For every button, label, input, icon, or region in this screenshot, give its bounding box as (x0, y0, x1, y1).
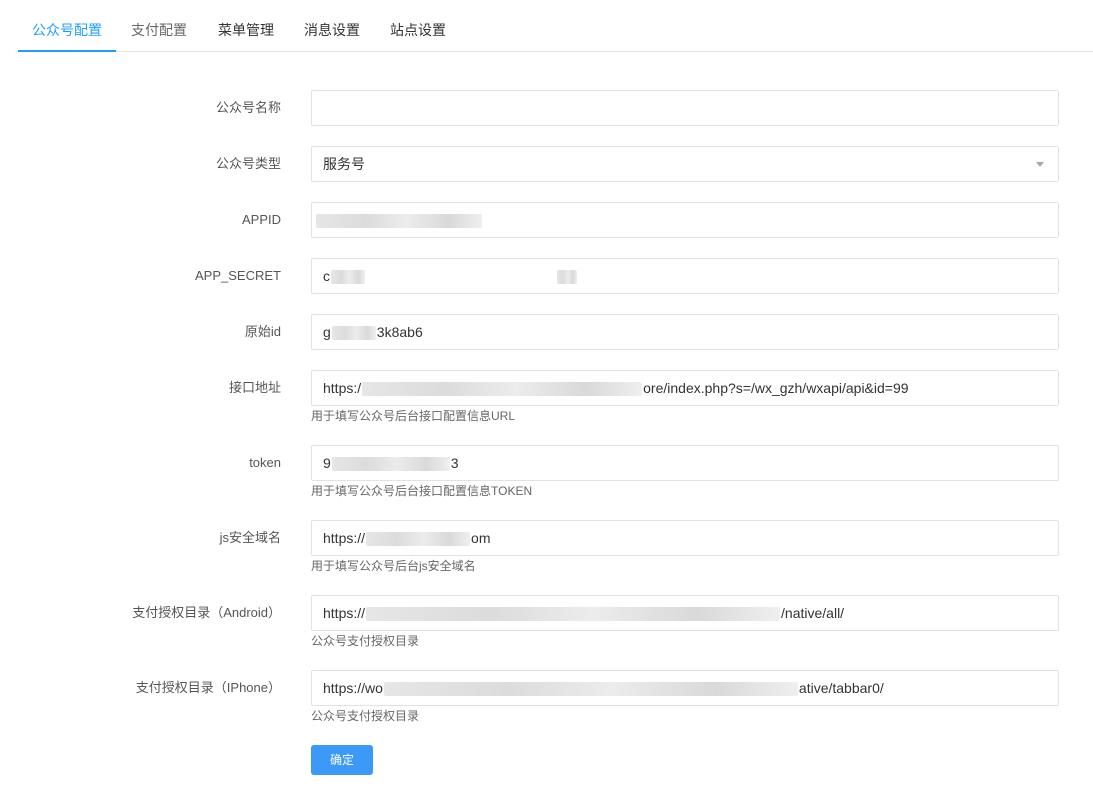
pay-android-input[interactable]: https:// /native/all/ (311, 595, 1059, 631)
api-url-input[interactable]: https:/ ore/index.php?s=/wx_gzh/wxapi/api… (311, 370, 1059, 406)
tab-message-settings[interactable]: 消息设置 (299, 0, 365, 52)
redacted-value (366, 607, 781, 622)
name-input[interactable] (311, 90, 1059, 126)
api-value-prefix: https:/ (323, 380, 362, 396)
js-domain-input[interactable]: https:// om (311, 520, 1059, 556)
redacted-value (331, 457, 450, 472)
token-value-prefix: 9 (323, 455, 331, 471)
redacted-value (362, 382, 643, 397)
type-label: 公众号类型 (215, 156, 281, 171)
js-domain-label: js安全域名 (219, 530, 281, 545)
redacted-value (316, 214, 482, 229)
redacted-value (331, 270, 365, 285)
token-value-suffix: 3 (450, 455, 459, 471)
chevron-down-icon (1036, 162, 1044, 167)
type-select[interactable]: 服务号 (311, 146, 1059, 182)
pay-iphone-value-suffix: ative/tabbar0/ (798, 680, 884, 696)
tab-menu-management[interactable]: 菜单管理 (213, 0, 279, 52)
pay-android-value-suffix: /native/all/ (781, 605, 845, 621)
appid-input[interactable] (311, 202, 1059, 238)
token-label: token (249, 455, 281, 470)
pay-iphone-help: 公众号支付授权目录 (311, 709, 420, 723)
redacted-value (383, 682, 798, 697)
js-domain-value-prefix: https:// (323, 530, 366, 546)
api-value-suffix: ore/index.php?s=/wx_gzh/wxapi/api&id=99 (643, 380, 909, 396)
pay-android-value-prefix: https:// (323, 605, 366, 621)
pay-iphone-input[interactable]: https://wo ative/tabbar0/ (311, 670, 1059, 706)
tab-payment-config[interactable]: 支付配置 (126, 0, 192, 52)
redacted-value (557, 270, 577, 285)
origin-id-input[interactable]: g 3k8ab6 (311, 314, 1059, 350)
origin-id-label: 原始id (244, 324, 281, 339)
origin-value-suffix: 8ab6 (391, 324, 423, 340)
tab-site-settings[interactable]: 站点设置 (385, 0, 451, 52)
tab-bar: 公众号配置 支付配置 菜单管理 消息设置 站点设置 (18, 0, 1093, 52)
pay-android-help: 公众号支付授权目录 (311, 634, 420, 648)
pay-iphone-label: 支付授权目录（IPhone） (135, 680, 281, 695)
secret-label: APP_SECRET (195, 268, 281, 283)
api-url-help: 用于填写公众号后台接口配置信息URL (311, 409, 516, 423)
secret-input[interactable]: c (311, 258, 1059, 294)
tab-wechat-config[interactable]: 公众号配置 (18, 0, 116, 52)
redacted-value (331, 326, 376, 341)
secret-value-prefix: c (323, 268, 330, 284)
name-label: 公众号名称 (215, 100, 281, 115)
js-domain-value-suffix: om (471, 530, 491, 546)
api-url-label: 接口地址 (228, 380, 281, 395)
confirm-button[interactable]: 确定 (311, 745, 373, 775)
pay-android-label: 支付授权目录（Android） (132, 605, 281, 620)
origin-value-prefix: g (323, 324, 331, 340)
appid-label: APPID (241, 212, 281, 227)
origin-value-mid: 3k (376, 324, 392, 340)
redacted-value (366, 532, 471, 547)
js-domain-help: 用于填写公众号后台js安全域名 (311, 559, 476, 573)
pay-iphone-value-prefix: https://wo (323, 680, 383, 696)
type-select-value: 服务号 (323, 156, 365, 172)
token-input[interactable]: 93 (311, 445, 1059, 481)
token-help: 用于填写公众号后台接口配置信息TOKEN (311, 484, 533, 498)
